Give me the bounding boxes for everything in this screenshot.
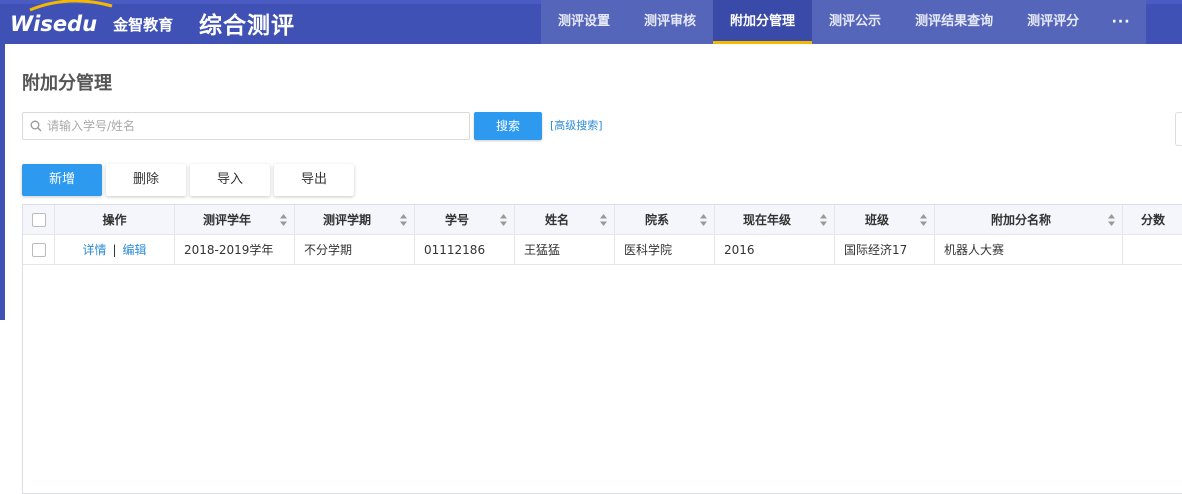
app-title: 综合测评 (199, 13, 295, 39)
nav-item-settings[interactable]: 测评设置 (541, 0, 627, 44)
cell-bonus-name: 机器人大赛 (935, 235, 1123, 264)
export-button[interactable]: 导出 (274, 164, 354, 196)
edit-link[interactable]: 编辑 (123, 241, 147, 258)
cell-term: 不分学期 (295, 235, 415, 264)
sort-icon[interactable] (1107, 213, 1116, 227)
data-table: 操作 测评学年 测评学期 学号 姓名 院系 现在年级 班级 附加分名称 分数 详… (22, 204, 1182, 494)
header-cell-term[interactable]: 测评学期 (295, 205, 415, 234)
cell-score (1123, 235, 1182, 264)
toolbar: 新增 删除 导入 导出 (22, 164, 354, 196)
column-label-class: 班级 (864, 213, 889, 227)
sort-icon[interactable] (399, 213, 408, 227)
sort-icon[interactable] (279, 213, 288, 227)
more-menu-icon[interactable]: ··· (1096, 0, 1146, 44)
logo-wordmark: Wisedu (10, 12, 98, 36)
cell-dept: 医科学院 (615, 235, 715, 264)
detail-link[interactable]: 详情 (82, 241, 106, 258)
delete-button[interactable]: 删除 (106, 164, 186, 196)
nav-item-publicity[interactable]: 测评公示 (812, 0, 898, 44)
nav-item-review[interactable]: 测评审核 (627, 0, 713, 44)
column-label-name: 姓名 (544, 213, 569, 227)
advanced-search-link[interactable]: [高级搜索] (550, 117, 603, 133)
header-cell-student-no[interactable]: 学号 (415, 205, 515, 234)
header-cell-grade[interactable]: 现在年级 (715, 205, 835, 234)
column-label-year: 测评学年 (202, 213, 251, 227)
sort-icon[interactable] (919, 213, 928, 227)
header-cell-actions: 操作 (55, 205, 175, 234)
sort-icon[interactable] (819, 213, 828, 227)
logo-swoosh-icon (29, 0, 113, 12)
page-title: 附加分管理 (22, 73, 112, 94)
sort-icon[interactable] (699, 213, 708, 227)
header-cell-select (23, 205, 55, 234)
nav-item-scoring[interactable]: 测评评分 (1010, 0, 1096, 44)
column-label-score: 分数 (1140, 213, 1165, 227)
column-label-dept: 院系 (644, 213, 669, 227)
nav-item-bonus-management[interactable]: 附加分管理 (713, 0, 813, 44)
nav-item-result-query[interactable]: 测评结果查询 (898, 0, 1010, 44)
table-header-row: 操作 测评学年 测评学期 学号 姓名 院系 现在年级 班级 附加分名称 分数 (23, 205, 1182, 235)
header-cell-bonus-name[interactable]: 附加分名称 (935, 205, 1123, 234)
header-cell-name[interactable]: 姓名 (515, 205, 615, 234)
sort-icon[interactable] (499, 213, 508, 227)
row-checkbox[interactable] (31, 242, 46, 257)
column-label-bonus-name: 附加分名称 (990, 213, 1051, 227)
table-row: 详情 | 编辑 2018-2019学年 不分学期 01112186 王猛猛 医科… (23, 235, 1182, 265)
search-input[interactable] (47, 114, 469, 138)
cell-year: 2018-2019学年 (175, 235, 295, 264)
main-nav: 测评设置 测评审核 附加分管理 测评公示 测评结果查询 测评评分 ··· (541, 0, 1147, 44)
column-label-grade: 现在年级 (742, 213, 791, 227)
header-cell-class[interactable]: 班级 (835, 205, 935, 234)
cell-class: 国际经济17 (835, 235, 935, 264)
cell-name: 王猛猛 (515, 235, 615, 264)
header-cell-dept[interactable]: 院系 (615, 205, 715, 234)
column-label-actions: 操作 (102, 213, 127, 227)
header-cell-year[interactable]: 测评学年 (175, 205, 295, 234)
add-button[interactable]: 新增 (22, 164, 102, 196)
main-panel: 附加分管理 搜索 [高级搜索] 新增 删除 导入 导出 操作 测评学年 (5, 44, 1182, 494)
header-cell-score[interactable]: 分数 (1123, 205, 1182, 234)
import-button[interactable]: 导入 (190, 164, 270, 196)
search-button[interactable]: 搜索 (474, 112, 542, 140)
column-label-student-no: 学号 (444, 213, 469, 227)
select-all-checkbox[interactable] (31, 212, 46, 227)
sort-icon[interactable] (599, 213, 608, 227)
action-separator: | (112, 242, 117, 257)
cell-grade: 2016 (715, 235, 835, 264)
row-select-cell (23, 235, 55, 264)
top-bar: Wisedu 金智教育 综合测评 测评设置 测评审核 附加分管理 测评公示 测评… (0, 0, 1182, 44)
row-actions-cell: 详情 | 编辑 (55, 235, 175, 264)
wisedu-logo: Wisedu 金智教育 (10, 0, 174, 44)
side-panel-toggle[interactable] (1175, 112, 1182, 146)
search-icon (30, 120, 42, 132)
cell-student-no: 01112186 (415, 235, 515, 264)
logo-company-name: 金智教育 (113, 15, 174, 34)
column-label-term: 测评学期 (322, 213, 371, 227)
search-box (22, 112, 470, 140)
